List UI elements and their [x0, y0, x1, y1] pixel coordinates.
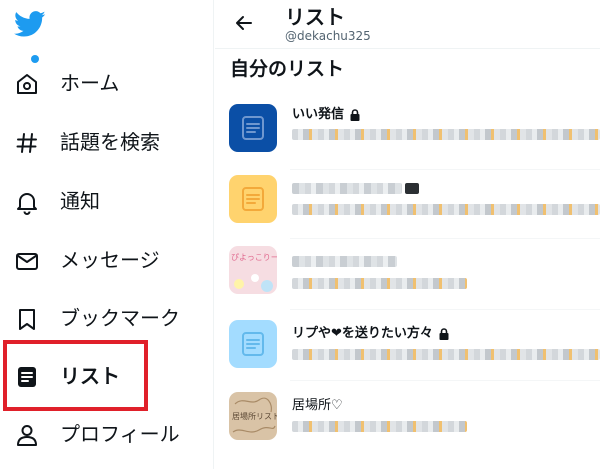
- section-title: 自分のリスト: [230, 58, 345, 80]
- list-name: リプや❤を送りたい方々: [292, 326, 433, 341]
- lock-icon: [439, 328, 449, 340]
- page-title: リスト: [285, 5, 345, 29]
- list-item[interactable]: [215, 175, 600, 247]
- list-thumbnail: [229, 175, 277, 223]
- list-doc-icon: [242, 332, 264, 356]
- list-name-row: いい発信: [292, 106, 362, 124]
- row-divider: [290, 238, 600, 239]
- list-thumbnail: ぴよっこりー: [229, 246, 277, 294]
- list-thumbnail: [229, 104, 277, 152]
- blurred-member-info: [292, 421, 467, 432]
- nav-messages[interactable]: メッセージ: [0, 235, 214, 285]
- blurred-list-name: [292, 256, 397, 267]
- list-item[interactable]: いい発信: [215, 104, 600, 176]
- bookmark-icon: [19, 309, 35, 330]
- nav-bookmarks-label: ブックマーク: [60, 306, 180, 330]
- list-name: 居場所♡: [292, 398, 343, 413]
- list-thumbnail: 居場所リスト: [229, 392, 277, 440]
- list-doc-icon: [242, 116, 264, 140]
- bell-icon: [17, 193, 37, 215]
- list-item[interactable]: ぴよっこりー: [215, 246, 600, 318]
- list-thumbnail: [229, 320, 277, 368]
- hashtag-icon: [16, 133, 37, 153]
- nav-home-label: ホーム: [60, 71, 120, 95]
- annotation-highlight-box: [3, 340, 148, 411]
- list-doc-icon: [242, 187, 264, 211]
- blurred-member-info: [292, 204, 600, 215]
- lock-icon: [350, 109, 360, 121]
- nav-notifications[interactable]: 通知: [0, 176, 214, 226]
- person-icon: [17, 425, 37, 446]
- thumbnail-caption: ぴよっこりー: [231, 253, 277, 262]
- list-name: いい発信: [292, 107, 345, 122]
- sidebar: ホーム 話題を検索 通知 メッセージ ブックマーク リスト プロフィール: [0, 0, 214, 469]
- home-icon: [17, 74, 37, 94]
- nav-explore-label: 話題を検索: [60, 130, 160, 154]
- twitter-logo-icon[interactable]: [14, 8, 46, 40]
- nav-notifications-label: 通知: [60, 189, 100, 213]
- blurred-list-name: [292, 183, 402, 194]
- blurred-member-info: [292, 129, 600, 140]
- main-column: リスト @dekachu325 自分のリスト いい発信 ぴよっこりー リプや❤を…: [215, 0, 600, 469]
- list-name-row: リプや❤を送りたい方々: [292, 325, 451, 343]
- blurred-list-name: [405, 183, 419, 194]
- user-handle: @dekachu325: [285, 29, 371, 43]
- row-divider: [290, 169, 600, 170]
- row-divider: [290, 380, 600, 381]
- blurred-member-info: [292, 349, 600, 360]
- blurred-member-info: [292, 278, 467, 289]
- list-name-row: 居場所♡: [292, 397, 343, 415]
- row-divider: [290, 309, 600, 310]
- nav-explore[interactable]: 話題を検索: [0, 117, 214, 167]
- nav-profile[interactable]: プロフィール: [0, 409, 214, 459]
- list-item[interactable]: 居場所リスト 居場所♡: [215, 392, 600, 464]
- thumbnail-caption: 居場所リスト: [232, 412, 277, 421]
- list-item[interactable]: リプや❤を送りたい方々: [215, 320, 600, 392]
- back-arrow-icon[interactable]: [233, 12, 255, 34]
- nav-bookmarks[interactable]: ブックマーク: [0, 293, 214, 343]
- nav-home[interactable]: ホーム: [0, 55, 214, 108]
- notification-dot: [31, 55, 39, 63]
- nav-messages-label: メッセージ: [60, 248, 160, 272]
- envelope-icon: [16, 253, 38, 270]
- header-divider: [215, 48, 600, 49]
- nav-profile-label: プロフィール: [60, 422, 180, 446]
